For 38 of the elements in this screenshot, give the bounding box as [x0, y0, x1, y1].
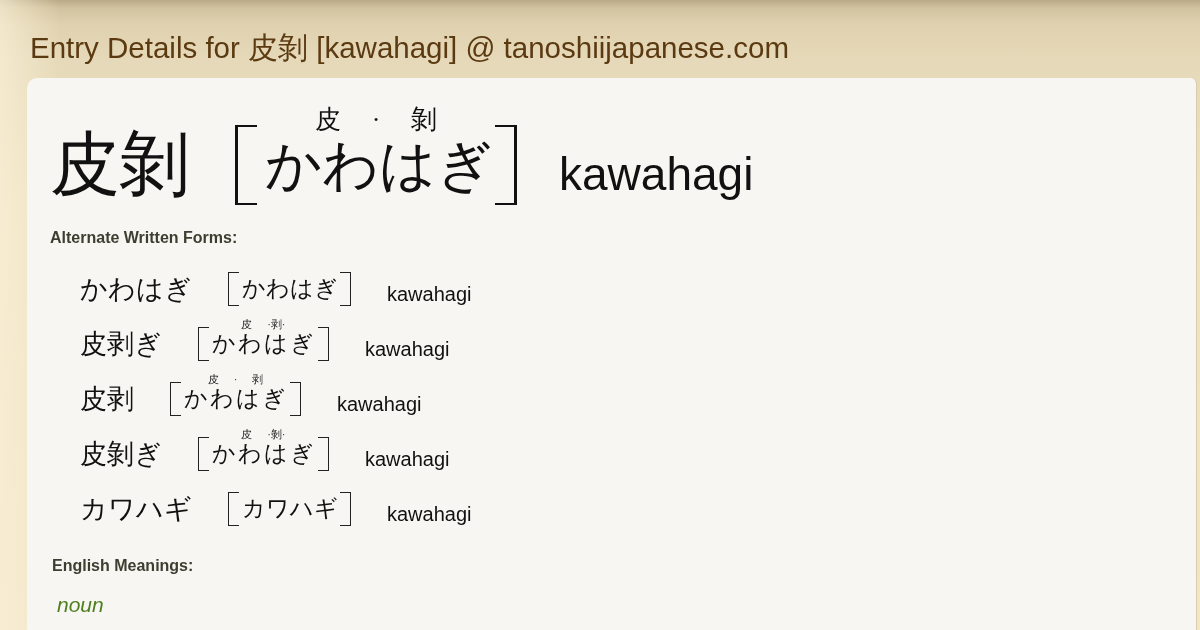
right-bracket-icon	[318, 437, 329, 471]
alternate-form: 皮剝ぎ	[80, 438, 162, 471]
section-heading: English Meanings:	[52, 556, 194, 576]
right-bracket-icon	[495, 125, 517, 205]
romaji-reading: kawahagi	[365, 447, 450, 471]
furigana: 皮 ·剥·	[241, 318, 286, 331]
left-bracket-icon	[228, 272, 239, 306]
romaji-reading: kawahagi	[387, 502, 472, 526]
page-title: Entry Details for 皮剝 [kawahagi] @ tanoshiijapanese.com	[30, 31, 789, 65]
right-bracket-icon	[290, 382, 301, 416]
left-bracket-icon	[170, 382, 181, 416]
reading-kana: かわはぎ	[184, 385, 288, 413]
right-bracket-icon	[318, 327, 329, 361]
reading-kana: カワハギ	[242, 495, 338, 523]
left-bracket-icon	[198, 437, 209, 471]
romaji-reading: kawahagi	[387, 282, 472, 306]
entry-word: 皮剝	[50, 125, 190, 205]
reading-kana: かわはぎ	[212, 330, 316, 358]
alternate-form: かわはぎ	[80, 273, 192, 306]
right-bracket-icon	[340, 272, 351, 306]
left-bracket-icon	[235, 125, 257, 205]
left-bracket-icon	[228, 492, 239, 526]
reading-kana: かわはぎ	[265, 133, 493, 198]
alternate-form: 皮剥	[80, 383, 134, 416]
right-bracket-icon	[340, 492, 351, 526]
furigana: 皮 · 剝	[315, 105, 437, 135]
romaji-reading: kawahagi	[337, 392, 422, 416]
reading-kana: かわはぎ	[212, 440, 316, 468]
section-heading: Alternate Written Forms:	[50, 228, 238, 248]
furigana: 皮 · 剥	[207, 373, 264, 386]
romaji-reading: kawahagi	[365, 337, 450, 361]
romaji-reading: kawahagi	[559, 148, 754, 200]
furigana: 皮 ·剝·	[241, 428, 286, 441]
left-bracket-icon	[198, 327, 209, 361]
alternate-form: 皮剥ぎ	[80, 328, 162, 361]
part-of-speech: noun	[57, 592, 104, 618]
reading-kana: かわはぎ	[242, 275, 338, 303]
alternate-form: カワハギ	[80, 493, 192, 526]
